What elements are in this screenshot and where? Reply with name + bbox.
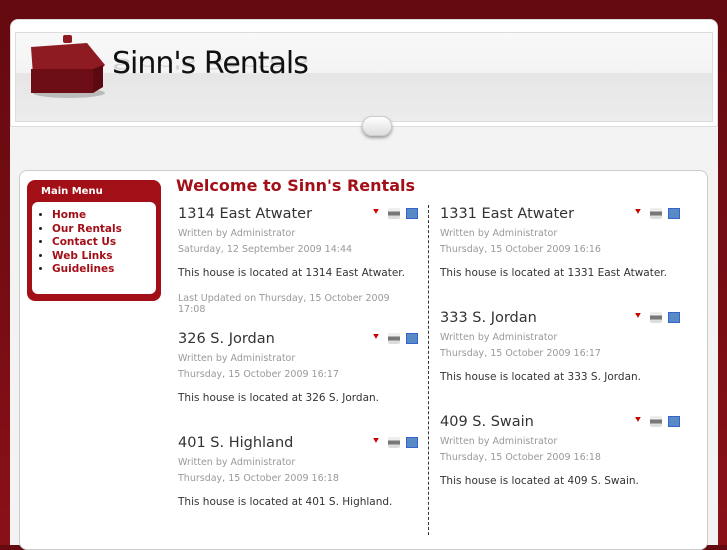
print-icon[interactable] [650, 312, 662, 323]
pdf-icon[interactable]: ⯆ [632, 416, 644, 427]
print-icon[interactable] [650, 416, 662, 427]
print-icon[interactable] [388, 333, 400, 344]
article-author: Written by Administrator [178, 457, 296, 468]
article-date: Thursday, 15 October 2009 16:18 [440, 452, 601, 463]
article-body: This house is located at 409 S. Swain. [440, 475, 639, 487]
email-icon[interactable] [668, 312, 680, 323]
print-icon[interactable] [388, 208, 400, 219]
article-date: Saturday, 12 September 2009 14:44 [178, 244, 353, 255]
header-knob [362, 116, 392, 136]
article-author: Written by Administrator [440, 436, 558, 447]
article-date: Thursday, 15 October 2009 16:16 [440, 244, 601, 255]
article-date: Thursday, 15 October 2009 16:18 [178, 473, 339, 484]
article: 1331 East Atwater ⯆ Written by Administr… [440, 206, 680, 279]
article-date: Thursday, 15 October 2009 16:17 [178, 369, 339, 380]
menu-link[interactable]: Guidelines [52, 263, 114, 275]
main-menu: Main Menu Home Our Rentals Contact Us We… [27, 180, 161, 301]
article-body: This house is located at 333 S. Jordan. [440, 371, 642, 383]
menu-item-web-links[interactable]: Web Links [52, 250, 156, 264]
pdf-icon[interactable]: ⯆ [632, 208, 644, 219]
main-menu-title: Main Menu [41, 186, 103, 197]
menu-item-our-rentals[interactable]: Our Rentals [52, 223, 156, 237]
article: 1314 East Atwater ⯆ Written by Administr… [178, 206, 418, 315]
article: 409 S. Swain ⯆ Written by Administrator … [440, 414, 680, 487]
article-author: Written by Administrator [440, 228, 558, 239]
menu-item-guidelines[interactable]: Guidelines [52, 263, 156, 277]
article-body: This house is located at 326 S. Jordan. [178, 392, 380, 404]
article-author: Written by Administrator [440, 332, 558, 343]
print-icon[interactable] [388, 437, 400, 448]
email-icon[interactable] [406, 208, 418, 219]
menu-link[interactable]: Our Rentals [52, 223, 122, 235]
article-date: Thursday, 15 October 2009 16:17 [440, 348, 601, 359]
email-icon[interactable] [406, 437, 418, 448]
article: 401 S. Highland ⯆ Written by Administrat… [178, 435, 418, 508]
pdf-icon[interactable]: ⯆ [370, 208, 382, 219]
article-author: Written by Administrator [178, 228, 296, 239]
pdf-icon[interactable]: ⯆ [370, 333, 382, 344]
article-body: This house is located at 1314 East Atwat… [178, 267, 405, 279]
menu-link[interactable]: Contact Us [52, 236, 116, 248]
article-author: Written by Administrator [178, 353, 296, 364]
article: 333 S. Jordan ⯆ Written by Administrator… [440, 310, 680, 383]
page-title: Welcome to Sinn's Rentals [176, 176, 415, 195]
pdf-icon[interactable]: ⯆ [632, 312, 644, 323]
column-divider [428, 205, 429, 535]
menu-item-contact-us[interactable]: Contact Us [52, 236, 156, 250]
article-updated: Last Updated on Thursday, 15 October 200… [178, 293, 390, 315]
article-body: This house is located at 401 S. Highland… [178, 496, 393, 508]
article-body: This house is located at 1331 East Atwat… [440, 267, 667, 279]
email-icon[interactable] [406, 333, 418, 344]
pdf-icon[interactable]: ⯆ [370, 437, 382, 448]
logo-reflection: Sinn's Rentals [112, 54, 308, 73]
house-logo-icon [31, 35, 105, 98]
menu-link[interactable]: Web Links [52, 250, 113, 262]
menu-link[interactable]: Home [52, 209, 86, 221]
article: 326 S. Jordan ⯆ Written by Administrator… [178, 331, 418, 404]
email-icon[interactable] [668, 208, 680, 219]
print-icon[interactable] [650, 208, 662, 219]
menu-item-home[interactable]: Home [52, 209, 156, 223]
email-icon[interactable] [668, 416, 680, 427]
